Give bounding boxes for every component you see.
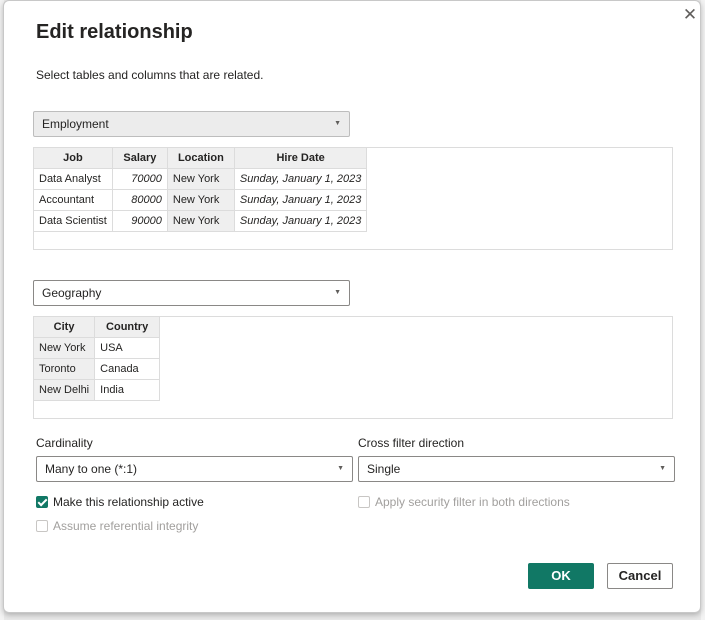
table-cell: Data Analyst (34, 168, 113, 190)
table1-dropdown-value: Employment (42, 117, 109, 131)
chevron-down-icon: ▼ (334, 120, 341, 127)
table-cell: Sunday, January 1, 2023 (234, 210, 368, 232)
table-row: Data Scientist 90000 New York Sunday, Ja… (34, 210, 368, 232)
table-cell: 70000 (112, 168, 168, 190)
table-cell: New Delhi (34, 379, 96, 401)
cross-filter-value: Single (367, 462, 401, 476)
chevron-down-icon: ▼ (659, 465, 666, 472)
table2-col-city[interactable]: City (34, 317, 96, 338)
table1-col-salary[interactable]: Salary (112, 148, 168, 169)
referential-integrity-checkbox[interactable] (36, 520, 48, 532)
table2-dropdown-value: Geography (42, 286, 102, 300)
table-cell: New York (167, 210, 235, 232)
table1-preview: Job Salary Location Hire Date Data Analy… (33, 147, 673, 250)
chevron-down-icon: ▼ (334, 289, 341, 296)
cardinality-dropdown[interactable]: Many to one (*:1) ▼ (36, 456, 353, 482)
table-cell: Toronto (34, 358, 96, 380)
chevron-down-icon: ▼ (337, 465, 344, 472)
table-row: Toronto Canada (34, 358, 161, 380)
table1-col-location[interactable]: Location (167, 148, 235, 169)
cross-filter-dropdown[interactable]: Single ▼ (358, 456, 675, 482)
table-cell: 80000 (112, 189, 168, 211)
table-row: Data Analyst 70000 New York Sunday, Janu… (34, 168, 368, 190)
dialog-title: Edit relationship (36, 21, 193, 43)
cardinality-label: Cardinality (36, 436, 93, 450)
table1-dropdown[interactable]: Employment ▼ (33, 111, 350, 137)
security-filter-label: Apply security filter in both directions (375, 495, 570, 509)
cardinality-value: Many to one (*:1) (45, 462, 138, 476)
table-row: Accountant 80000 New York Sunday, Januar… (34, 189, 368, 211)
table1-col-hire-date[interactable]: Hire Date (234, 148, 368, 169)
table2-header-row: City Country (34, 317, 161, 338)
table2-dropdown[interactable]: Geography ▼ (33, 280, 350, 306)
cancel-button[interactable]: Cancel (607, 563, 673, 589)
table-cell: Sunday, January 1, 2023 (234, 168, 368, 190)
edit-relationship-dialog: ✕ Edit relationship Select tables and co… (3, 0, 701, 613)
referential-integrity-label: Assume referential integrity (53, 519, 199, 533)
background-app-edge-right (701, 0, 705, 620)
table1-header-row: Job Salary Location Hire Date (34, 148, 368, 169)
active-checkbox[interactable] (36, 496, 48, 508)
table1-col-job[interactable]: Job (34, 148, 113, 169)
active-checkbox-label[interactable]: Make this relationship active (53, 495, 204, 509)
table-cell: Canada (94, 358, 161, 380)
security-filter-checkbox[interactable] (358, 496, 370, 508)
table-cell: New York (167, 168, 235, 190)
table-cell: USA (94, 337, 161, 359)
table2-preview: City Country New York USA Toronto Canada… (33, 316, 673, 419)
table-cell: Data Scientist (34, 210, 113, 232)
table-cell: Accountant (34, 189, 113, 211)
cross-filter-label: Cross filter direction (358, 436, 465, 450)
table-cell: 90000 (112, 210, 168, 232)
table-cell: New York (34, 337, 96, 359)
table-cell: India (94, 379, 161, 401)
table1-grid: Job Salary Location Hire Date Data Analy… (34, 148, 368, 232)
table2-grid: City Country New York USA Toronto Canada… (34, 317, 161, 401)
table2-col-country[interactable]: Country (94, 317, 161, 338)
table-row: New Delhi India (34, 379, 161, 401)
table-cell: New York (167, 189, 235, 211)
ok-button[interactable]: OK (528, 563, 594, 589)
table-row: New York USA (34, 337, 161, 359)
dialog-subtitle: Select tables and columns that are relat… (36, 68, 264, 82)
table-cell: Sunday, January 1, 2023 (234, 189, 368, 211)
close-icon[interactable]: ✕ (681, 6, 699, 24)
